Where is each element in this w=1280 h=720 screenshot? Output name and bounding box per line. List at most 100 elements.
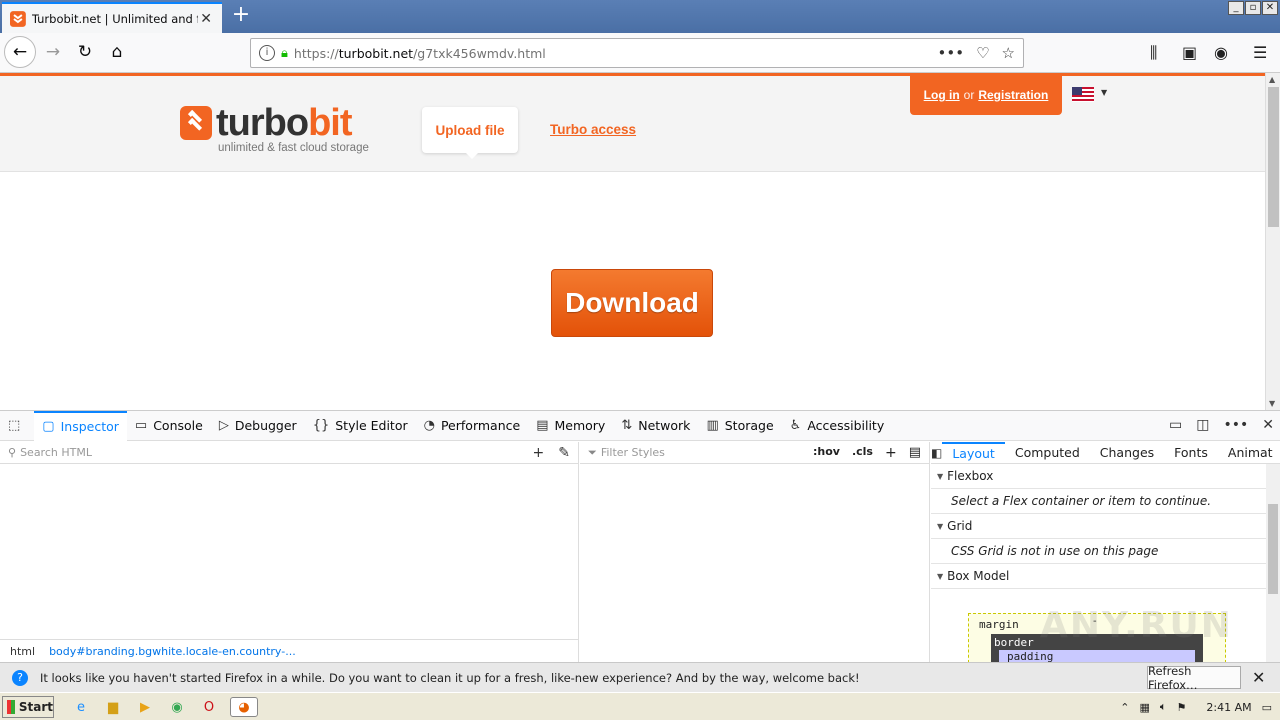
toggle-sidebar-icon[interactable]: ◧	[931, 446, 942, 460]
eyedropper-icon[interactable]: ✎	[558, 445, 570, 461]
tab-inspector[interactable]: ▢ Inspector	[34, 410, 127, 441]
cls-toggle[interactable]: .cls	[852, 445, 873, 461]
tab-performance[interactable]: ◔ Performance	[416, 411, 529, 441]
box-model-border-label: border	[994, 636, 1034, 649]
style-editor-icon: {}	[312, 418, 330, 433]
tray-expand-icon[interactable]: ⌃	[1120, 701, 1129, 714]
box-model-section-header[interactable]: ▼ Box Model	[931, 564, 1280, 589]
account-icon[interactable]: ◉	[1214, 43, 1228, 62]
tab-console[interactable]: ▭ Console	[127, 411, 211, 441]
upload-file-button[interactable]: Upload file	[422, 107, 518, 159]
tab-changes[interactable]: Changes	[1090, 442, 1164, 464]
sidebar-icon[interactable]: ▣	[1182, 43, 1197, 62]
add-rule-icon[interactable]: +	[885, 445, 897, 461]
breadcrumb-body[interactable]: body#branding.bgwhite.locale-en.country-…	[49, 645, 296, 658]
minimize-button[interactable]: _	[1228, 1, 1244, 15]
folder-icon[interactable]: ▆	[102, 697, 124, 717]
turbobit-favicon	[10, 10, 26, 27]
ie-icon[interactable]: e	[70, 697, 92, 717]
sidebar-tabs: ◧ Layout Computed Changes Fonts Animat	[931, 441, 1280, 464]
network-tray-icon[interactable]: ▦	[1139, 701, 1149, 714]
print-icon[interactable]: ▤	[909, 445, 921, 461]
window-controls: _ ▫ ✕	[1228, 1, 1278, 15]
tab-layout[interactable]: Layout	[942, 441, 1005, 464]
arrow-left-icon: ←	[12, 42, 28, 62]
markup-pane: ⚲ Search HTML + ✎ html body#branding.bgwh…	[0, 442, 579, 663]
us-flag-icon[interactable]	[1072, 87, 1094, 102]
tab-animations[interactable]: Animat	[1218, 442, 1280, 464]
tab-network[interactable]: ⇅ Network	[613, 411, 698, 441]
refresh-firefox-button[interactable]: Refresh Firefox…	[1147, 664, 1241, 692]
close-devtools-icon[interactable]: ✕	[1262, 417, 1274, 433]
restore-button[interactable]: ▫	[1245, 1, 1261, 15]
tab-fonts[interactable]: Fonts	[1164, 442, 1218, 464]
tab-storage[interactable]: ▥ Storage	[698, 411, 781, 441]
library-icon[interactable]: ⫼	[1150, 43, 1157, 63]
scroll-thumb[interactable]	[1268, 87, 1279, 227]
tab-style-editor[interactable]: {} Style Editor	[305, 411, 416, 441]
volume-icon[interactable]: 🔈︎	[1160, 700, 1167, 714]
language-caret-icon[interactable]: ▼	[1101, 88, 1107, 97]
add-node-icon[interactable]: +	[533, 445, 545, 461]
address-bar[interactable]: i 🔒︎ https://turbobit.net/g7txk456wmdv.h…	[250, 38, 1024, 68]
back-button[interactable]: ←	[4, 36, 36, 68]
dock-icon[interactable]: ◫	[1196, 417, 1209, 433]
chrome-icon[interactable]: ◉	[166, 697, 188, 717]
tab-memory[interactable]: ▤ Memory	[528, 411, 613, 441]
breadcrumb: html body#branding.bgwhite.locale-en.cou…	[0, 639, 579, 663]
download-button[interactable]: Download	[551, 269, 713, 337]
responsive-mode-icon[interactable]: ▭	[1169, 417, 1182, 433]
layout-scrollbar[interactable]	[1266, 464, 1280, 663]
reload-icon: ↻	[77, 42, 93, 62]
browser-tab[interactable]: Turbobit.net | Unlimited and fast fi ✕	[2, 2, 222, 33]
turbo-access-link[interactable]: Turbo access	[550, 122, 636, 137]
turbobit-logo[interactable]: turbobit	[180, 104, 353, 142]
more-options-icon[interactable]: •••	[1223, 417, 1248, 433]
home-button[interactable]: ⌂	[102, 37, 132, 67]
firefox-taskbar-icon[interactable]: ◕	[230, 697, 258, 717]
scroll-down-icon[interactable]: ▼	[1269, 399, 1275, 408]
page-viewport: turbobit unlimited & fast cloud storage …	[0, 73, 1265, 410]
performance-icon: ◔	[423, 418, 435, 433]
filter-styles-input[interactable]: Filter Styles	[601, 446, 665, 459]
flexbox-section-header[interactable]: ▼ Flexbox	[931, 464, 1280, 489]
close-window-button[interactable]: ✕	[1262, 1, 1278, 15]
url-text: https://turbobit.net/g7txk456wmdv.html	[293, 45, 546, 61]
lock-icon[interactable]: 🔒︎	[281, 46, 288, 61]
start-button[interactable]: Start	[2, 696, 54, 718]
forward-button[interactable]: →	[38, 37, 68, 67]
registration-link[interactable]: Registration	[978, 88, 1048, 102]
pocket-icon[interactable]: ♡	[976, 44, 989, 62]
login-link[interactable]: Log in	[924, 88, 960, 102]
media-player-icon[interactable]: ▶	[134, 697, 156, 717]
clock[interactable]: 2:41 AM	[1206, 701, 1251, 714]
hov-toggle[interactable]: :hov	[813, 445, 840, 461]
close-notification-icon[interactable]: ✕	[1252, 668, 1265, 687]
grid-section-header[interactable]: ▼ Grid	[931, 514, 1280, 539]
inspector-icon: ▢	[42, 419, 55, 434]
reload-button[interactable]: ↻	[70, 37, 100, 67]
breadcrumb-html[interactable]: html	[10, 645, 35, 658]
devtools-toolbar: ⬚ ▢ Inspector ▭ Console ▷ Debugger {} Style …	[0, 410, 1280, 441]
search-html-input[interactable]: Search HTML	[20, 446, 92, 459]
info-icon[interactable]: i	[259, 45, 275, 61]
tab-accessibility[interactable]: ♿︎ Accessibility	[782, 411, 893, 441]
flag-tray-icon[interactable]: ⚑	[1177, 701, 1187, 714]
show-desktop-icon[interactable]: ▭	[1262, 701, 1272, 714]
tab-debugger[interactable]: ▷ Debugger	[211, 411, 305, 441]
network-icon: ⇅	[621, 418, 633, 433]
page-actions-icon[interactable]: •••	[938, 44, 965, 62]
bookmark-star-icon[interactable]: ☆	[1002, 44, 1015, 62]
tab-close-icon[interactable]: ✕	[198, 11, 214, 27]
tab-computed[interactable]: Computed	[1005, 442, 1090, 464]
page-scrollbar[interactable]: ▲ ▼	[1265, 73, 1280, 410]
navigation-bar: ← → ↻ ⌂ i 🔒︎ https://turbobit.net/g7txk4…	[0, 33, 1280, 73]
new-tab-button[interactable]: +	[228, 4, 254, 28]
menu-icon[interactable]: ☰	[1253, 43, 1267, 62]
layout-scroll-thumb[interactable]	[1268, 504, 1278, 594]
opera-icon[interactable]: O	[198, 697, 220, 717]
scroll-up-icon[interactable]: ▲	[1269, 75, 1275, 84]
element-picker-button[interactable]: ⬚	[0, 411, 34, 441]
logo-mark-icon	[180, 106, 212, 140]
windows-logo-icon	[7, 700, 15, 714]
